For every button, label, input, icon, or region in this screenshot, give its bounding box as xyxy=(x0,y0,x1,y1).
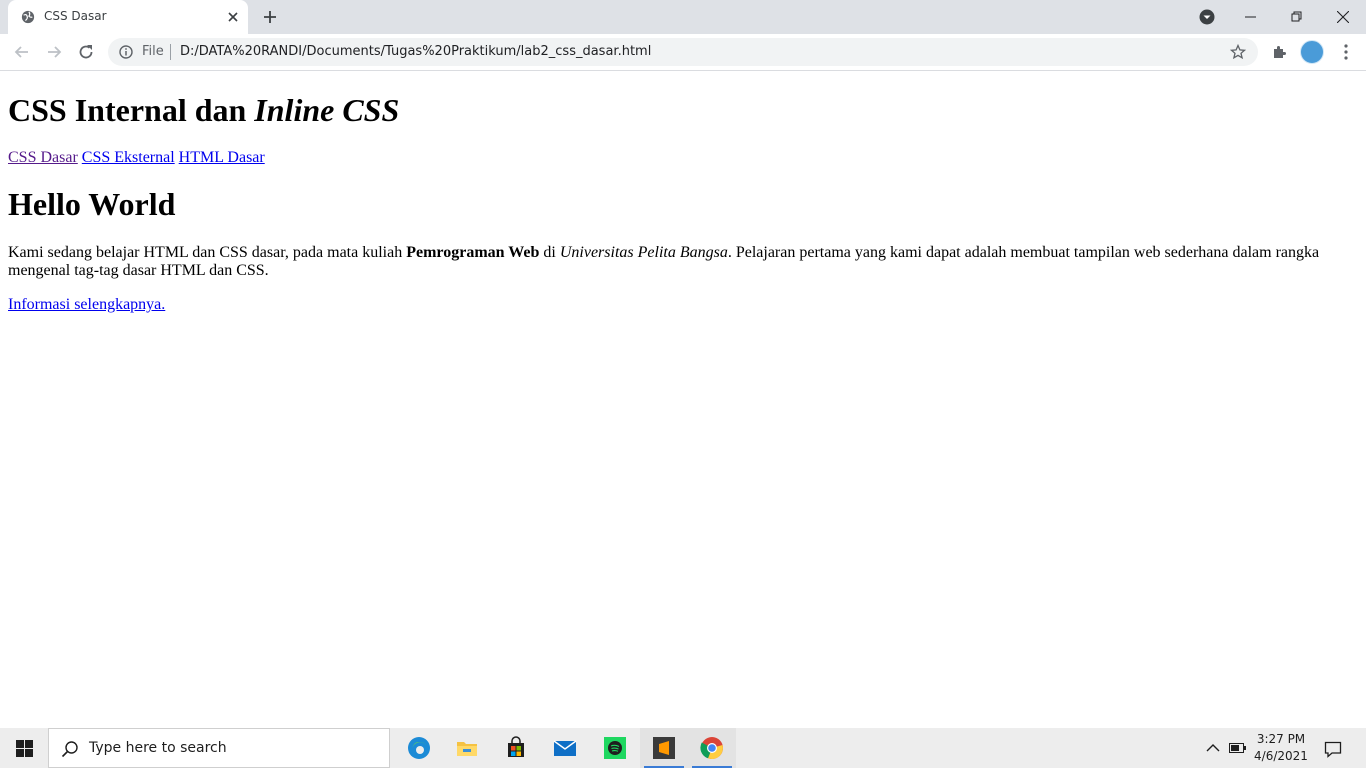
hello-world-heading: Hello World xyxy=(8,186,176,222)
info-icon[interactable] xyxy=(119,45,133,59)
link-css-dasar[interactable]: CSS Dasar xyxy=(8,149,78,166)
intro-paragraph: Kami sedang belajar HTML dan CSS dasar, … xyxy=(8,244,1358,280)
intro-part-2: di xyxy=(539,244,560,261)
intro-italic: Universitas Pelita Bangsa xyxy=(559,244,728,261)
close-window-icon xyxy=(1337,11,1349,23)
battery-icon[interactable] xyxy=(1229,741,1247,755)
spotify-icon xyxy=(604,737,626,759)
taskbar-app-chrome[interactable] xyxy=(688,728,736,768)
address-separator xyxy=(170,44,171,60)
tab-css-dasar[interactable]: CSS Dasar xyxy=(8,0,248,34)
plus-icon[interactable] xyxy=(262,9,278,25)
search-placeholder: Type here to search xyxy=(89,740,227,756)
globe-icon xyxy=(21,10,35,24)
file-explorer-icon xyxy=(457,742,477,756)
restore-icon xyxy=(1291,11,1302,22)
back-arrow-icon[interactable] xyxy=(12,42,32,62)
edge-icon xyxy=(408,737,430,759)
taskbar-app-spotify[interactable] xyxy=(591,728,639,768)
page-title-plain: CSS Internal dan xyxy=(8,92,255,128)
taskbar-app-file-explorer[interactable] xyxy=(443,728,491,768)
address-url[interactable]: D:/DATA%20RANDI/Documents/Tugas%20Prakti… xyxy=(180,44,651,59)
sublime-text-icon xyxy=(653,737,675,759)
mail-icon xyxy=(553,740,577,756)
minimize-icon xyxy=(1245,16,1256,18)
address-scheme: File xyxy=(142,44,164,59)
menu-dots-icon[interactable] xyxy=(1338,43,1354,61)
taskbar-app-sublime-text[interactable] xyxy=(640,728,688,768)
more-info-paragraph: Informasi selengkapnya. xyxy=(8,296,1358,314)
notification-icon[interactable] xyxy=(1324,740,1342,758)
profile-dropdown-icon[interactable] xyxy=(1199,9,1215,25)
chrome-icon xyxy=(700,737,723,760)
browser-toolbar: File D:/DATA%20RANDI/Documents/Tugas%20P… xyxy=(0,34,1366,71)
store-icon xyxy=(508,736,524,757)
more-info-link[interactable]: Informasi selengkapnya. xyxy=(8,296,165,313)
windows-taskbar: Type here to search 3:27 PM 4/6/2021 xyxy=(0,728,1366,768)
restore-button[interactable] xyxy=(1274,0,1320,34)
tab-title: CSS Dasar xyxy=(44,9,107,23)
star-icon[interactable] xyxy=(1230,44,1246,60)
clock-date: 4/6/2021 xyxy=(1254,749,1308,763)
taskbar-app-mail[interactable] xyxy=(541,728,589,768)
forward-arrow-icon[interactable] xyxy=(44,42,64,62)
search-icon xyxy=(61,741,78,758)
close-window-button[interactable] xyxy=(1320,0,1366,34)
taskbar-app-edge[interactable] xyxy=(395,728,443,768)
page-title: CSS Internal dan Inline CSS xyxy=(8,92,1358,129)
puzzle-icon[interactable] xyxy=(1271,43,1289,61)
page-title-italic: Inline CSS xyxy=(254,92,400,128)
taskbar-clock[interactable]: 3:27 PM 4/6/2021 xyxy=(1253,731,1309,765)
intro-part-1: Kami sedang belajar HTML dan CSS dasar, … xyxy=(8,244,407,261)
link-css-eksternal[interactable]: CSS Eksternal xyxy=(82,149,175,166)
taskbar-search-box[interactable]: Type here to search xyxy=(48,728,390,768)
windows-logo-icon xyxy=(16,740,33,757)
taskbar-app-store[interactable] xyxy=(492,728,540,768)
minimize-button[interactable] xyxy=(1228,0,1274,34)
intro-bold: Pemrograman Web xyxy=(406,244,540,261)
chevron-up-icon[interactable] xyxy=(1205,740,1221,756)
clock-time: 3:27 PM xyxy=(1256,732,1306,746)
close-icon[interactable] xyxy=(227,11,239,23)
link-html-dasar[interactable]: HTML Dasar xyxy=(179,149,265,166)
start-button[interactable] xyxy=(0,728,48,768)
avatar[interactable] xyxy=(1300,40,1324,64)
address-bar[interactable]: File D:/DATA%20RANDI/Documents/Tugas%20P… xyxy=(108,38,1258,66)
page-viewport: CSS Internal dan Inline CSS CSS Dasar CS… xyxy=(0,71,1366,728)
reload-icon[interactable] xyxy=(76,42,96,62)
nav-links: CSS Dasar CSS Eksternal HTML Dasar xyxy=(8,149,1358,167)
browser-tabstrip: CSS Dasar xyxy=(0,0,1366,34)
